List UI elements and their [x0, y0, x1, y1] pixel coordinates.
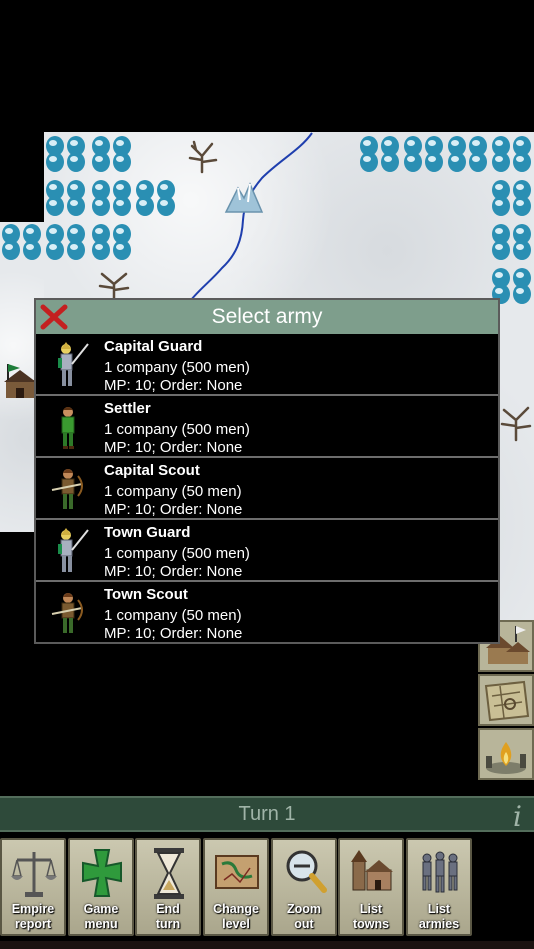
green-cross-icon [82, 849, 122, 897]
green-settler-icon [61, 407, 75, 449]
snow-tree-icon [92, 224, 131, 260]
army-row-town-guard[interactable]: Town Guard 1 company (500 men) MP: 10; O… [36, 520, 498, 582]
toolbar-label: List towns [352, 902, 390, 931]
snow-tree-icon [2, 224, 41, 260]
snow-tree-icon [492, 180, 531, 216]
dialog-header: Select army [36, 300, 498, 334]
map-camp-button[interactable] [478, 728, 534, 780]
army-status: MP: 10; Order: None [104, 501, 243, 518]
scout-archer-icon [51, 469, 83, 509]
scales-icon [11, 852, 57, 897]
dead-tree-icon [188, 140, 218, 174]
army-size: 1 company (500 men) [104, 421, 250, 438]
toolbar-label: Empire report [11, 902, 55, 931]
turn-bar: Turn 1 i [0, 796, 534, 833]
info-icon[interactable]: i [513, 800, 522, 833]
snow-tree-icon [404, 136, 443, 172]
hourglass-icon [154, 848, 184, 899]
snow-tree-icon [492, 136, 531, 172]
snow-tree-icon [46, 136, 85, 172]
army-size: 1 company (50 men) [104, 607, 242, 624]
army-name: Settler [104, 400, 151, 417]
map-scroll-icon [215, 855, 259, 889]
empire-report-button[interactable]: Empire report [0, 838, 66, 936]
select-army-dialog: Select army Capital Guard 1 company (500… [34, 298, 500, 644]
army-status: MP: 10; Order: None [104, 377, 243, 394]
bottom-border [0, 941, 534, 949]
campfire-icon [486, 742, 526, 774]
snow-tree-icon [92, 136, 131, 172]
end-turn-button[interactable]: End turn [135, 838, 201, 936]
town-icon [351, 850, 393, 891]
turn-label: Turn 1 [238, 802, 296, 825]
army-name: Town Scout [104, 586, 188, 603]
snow-tree-icon [46, 180, 85, 216]
snow-tree-icon [492, 224, 531, 260]
ice-mountain-icon [224, 182, 264, 213]
army-row-capital-scout[interactable]: Capital Scout 1 company (50 men) MP: 10;… [36, 458, 498, 520]
armored-knight-icon [58, 342, 89, 386]
toolbar-label: Change level [213, 902, 259, 931]
dialog-title: Select army [211, 305, 323, 328]
snow-tree-icon [360, 136, 399, 172]
army-name: Capital Guard [104, 338, 203, 355]
snow-tree-icon [448, 136, 487, 172]
bottom-toolbar: Empire report Game menu End turn Change leve… [0, 838, 534, 941]
army-size: 1 company (50 men) [104, 483, 242, 500]
snow-tree-icon [136, 180, 175, 216]
snow-tree-icon [46, 224, 85, 260]
army-name: Town Guard [104, 524, 191, 541]
toolbar-label: List armies [418, 902, 460, 931]
army-row-settler[interactable]: Settler 1 company (500 men) MP: 10; Orde… [36, 396, 498, 458]
toolbar-label: Game menu [83, 902, 119, 931]
list-towns-button[interactable]: List towns [338, 838, 404, 936]
soldiers-icon [422, 851, 458, 893]
army-size: 1 company (500 men) [104, 545, 250, 562]
toolbar-label: End turn [155, 902, 181, 931]
army-row-town-scout[interactable]: Town Scout 1 company (50 men) MP: 10; Or… [36, 582, 498, 644]
list-armies-button[interactable]: List armies [406, 838, 472, 936]
army-name: Capital Scout [104, 462, 200, 479]
magnifier-icon [286, 850, 327, 893]
army-status: MP: 10; Order: None [104, 439, 243, 456]
close-icon[interactable] [38, 303, 70, 331]
scout-archer-icon [51, 593, 83, 633]
army-status: MP: 10; Order: None [104, 563, 243, 580]
dead-tree-icon [500, 406, 532, 442]
game-menu-button[interactable]: Game menu [68, 838, 134, 936]
toolbar-label: Zoom out [286, 902, 322, 931]
army-row-capital-guard[interactable]: Capital Guard 1 company (500 men) MP: 10… [36, 334, 498, 396]
town-icon[interactable] [2, 362, 38, 402]
map-scroll-icon [484, 680, 530, 722]
army-size: 1 company (500 men) [104, 359, 250, 376]
dead-tree-icon [98, 272, 130, 300]
zoom-out-button[interactable]: Zoom out [271, 838, 337, 936]
army-status: MP: 10; Order: None [104, 625, 243, 642]
armored-knight-icon [58, 528, 89, 572]
snow-tree-icon [92, 180, 131, 216]
change-level-button[interactable]: Change level [203, 838, 269, 936]
map-overview-button[interactable] [478, 674, 534, 726]
